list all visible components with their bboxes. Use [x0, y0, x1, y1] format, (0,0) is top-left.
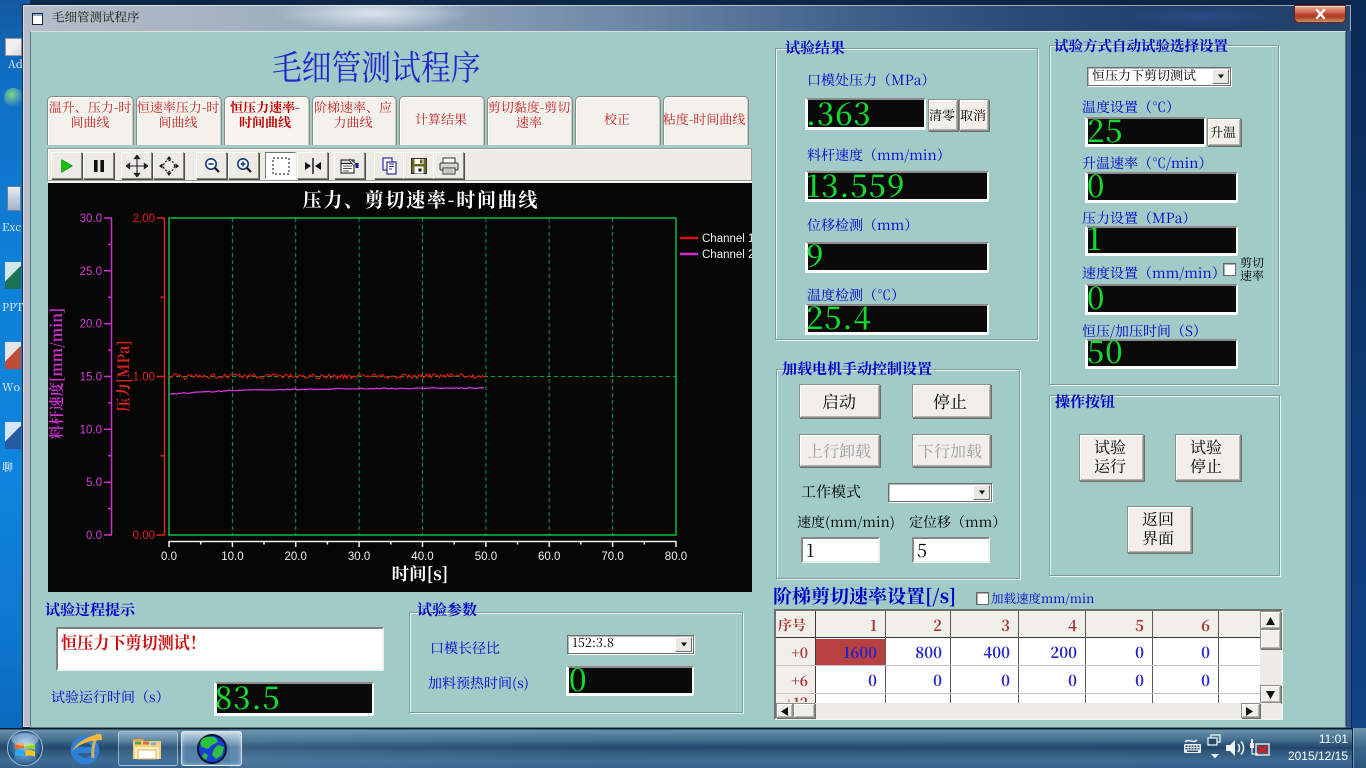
svg-text:0.0: 0.0 [86, 530, 102, 542]
svg-text:50.0: 50.0 [475, 551, 497, 563]
svg-text:Channel 2: Channel 2 [702, 249, 752, 261]
svg-text:25.0: 25.0 [80, 266, 102, 278]
svg-text:2.00: 2.00 [133, 213, 155, 225]
svg-text:15.0: 15.0 [80, 372, 102, 384]
svg-text:0.0: 0.0 [161, 551, 177, 563]
svg-text:10.0: 10.0 [221, 551, 243, 563]
svg-text:20.0: 20.0 [80, 319, 102, 331]
svg-text:70.0: 70.0 [601, 551, 623, 563]
svg-text:40.0: 40.0 [411, 551, 433, 563]
svg-text:20.0: 20.0 [285, 551, 307, 563]
svg-text:10.0: 10.0 [80, 424, 102, 436]
svg-text:30.0: 30.0 [80, 213, 102, 225]
svg-text:80.0: 80.0 [665, 551, 687, 563]
svg-text:Channel 1: Channel 1 [702, 233, 752, 245]
svg-text:0.00: 0.00 [133, 530, 155, 542]
svg-text:60.0: 60.0 [538, 551, 560, 563]
svg-text:30.0: 30.0 [348, 551, 370, 563]
svg-text:5.0: 5.0 [86, 477, 102, 489]
svg-text:1.00: 1.00 [133, 372, 155, 384]
